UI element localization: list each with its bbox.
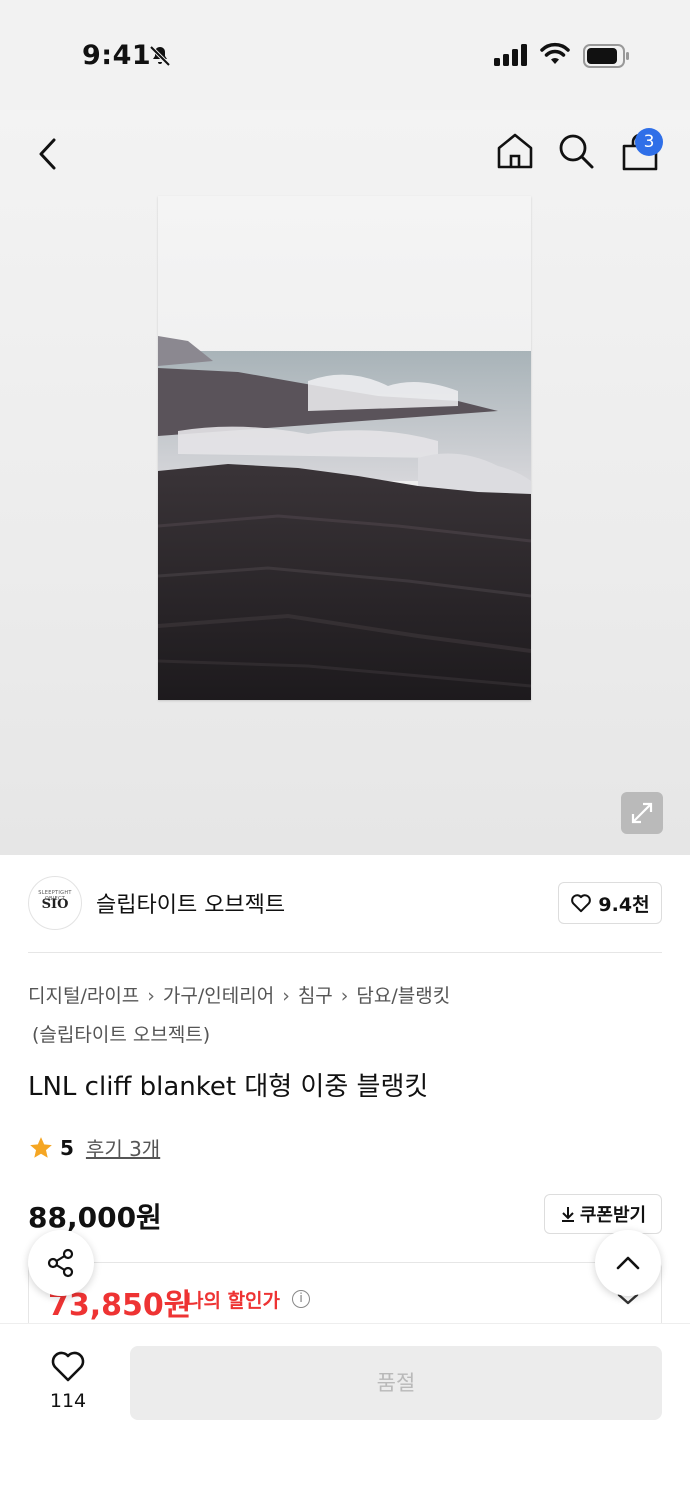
star-icon [30,1136,52,1158]
expand-icon [631,802,653,824]
cart-count-badge: 3 [635,128,663,156]
status-bar: 9:41 [0,0,690,110]
discount-label: 나의 할인가 [186,1290,281,1312]
home-icon[interactable] [496,132,534,170]
rating-score: 5 [60,1135,74,1160]
coupon-label: 쿠폰받기 [579,1205,647,1226]
soldout-button[interactable]: 품절 [130,1346,662,1420]
expand-image-button[interactable] [621,792,663,834]
breadcrumb-brand: (슬립타이트 오브젝트) [32,1024,211,1046]
reviews-link[interactable]: 후기 3개 [86,1133,160,1162]
chevron-right-icon: › [340,985,349,1007]
product-photo[interactable] [158,196,531,700]
rating-row: 5 후기 3개 [28,1133,160,1162]
product-price: 88,000원 [28,1201,162,1234]
status-time: 9:41 [82,40,152,71]
info-icon[interactable]: i [292,1290,310,1308]
wifi-icon [540,42,570,64]
brand-logo-text: SIO [41,897,69,912]
brand-logo[interactable]: SLEEPTIGHT OBJECT SIO [28,876,82,930]
download-icon [561,1207,574,1222]
breadcrumb-item[interactable]: 침구 [298,985,333,1007]
share-button[interactable] [28,1230,94,1296]
wishlist-heart-icon[interactable] [50,1349,86,1383]
product-image-area [0,110,690,855]
battery-icon [583,44,629,68]
breadcrumb-item[interactable]: 담요/블랭킷 [356,985,450,1007]
product-title: LNL cliff blanket 대형 이중 블랭킷 [28,1072,429,1102]
coupon-button[interactable]: 쿠폰받기 [544,1194,662,1234]
chevron-up-icon [616,1256,640,1270]
scroll-to-top-button[interactable] [595,1230,661,1296]
brand-name[interactable]: 슬립타이트 오브젝트 [96,887,285,919]
divider [28,952,662,953]
wishlist-count: 114 [49,1390,87,1412]
chevron-right-icon: › [282,985,290,1007]
share-icon [47,1248,74,1278]
back-arrow-icon[interactable] [34,136,64,172]
search-icon[interactable] [557,132,595,170]
breadcrumb-item[interactable]: 디지털/라이프 [28,985,139,1007]
breadcrumb: 디지털/라이프 › 가구/인테리어 › 침구 › 담요/블랭킷 [28,983,668,1009]
breadcrumb-item[interactable]: 가구/인테리어 [163,985,274,1007]
chevron-right-icon: › [147,985,155,1007]
bell-off-icon [149,45,171,67]
brand-like-button[interactable]: 9.4천 [558,882,662,924]
brand-like-count: 9.4천 [598,893,650,916]
cellular-signal-icon [494,44,527,66]
heart-icon [571,894,592,913]
